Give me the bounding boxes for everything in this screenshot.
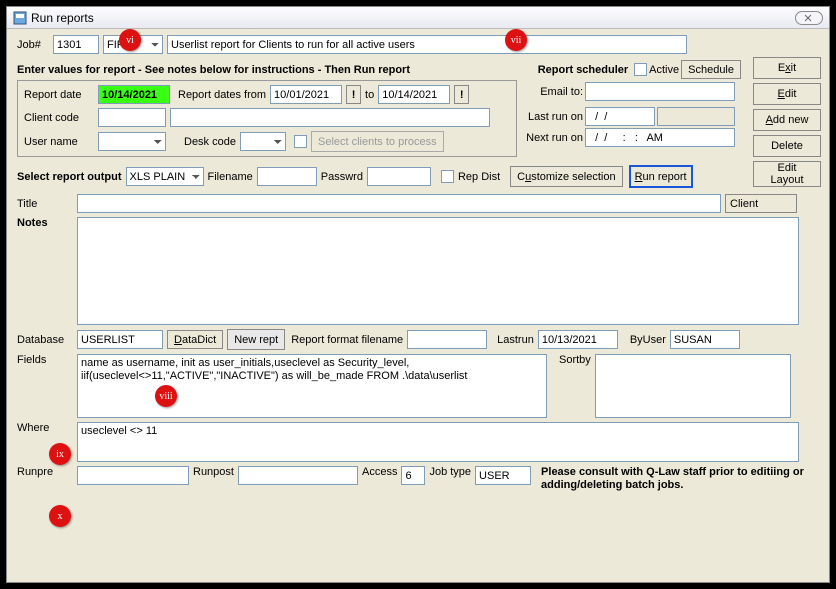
marker-vii: vii [505, 29, 527, 51]
filename-input[interactable] [257, 167, 317, 186]
next-run-label: Next run on [526, 132, 583, 144]
lastrun-input[interactable] [538, 330, 618, 349]
lastrun-label: Lastrun [497, 334, 534, 346]
customize-selection-button[interactable]: Customize selection [510, 166, 622, 187]
runpre-input[interactable] [77, 466, 189, 485]
marker-x: x [49, 505, 71, 527]
run-report-button[interactable]: Run report [629, 165, 693, 188]
where-textarea[interactable]: useclevel <> 11 [77, 422, 799, 462]
to-label: to [365, 89, 374, 101]
last-run-date[interactable] [585, 107, 655, 126]
runpost-input[interactable] [238, 466, 358, 485]
marker-ix: ix [49, 443, 71, 465]
run-reports-window: Run reports Exit Edit Add new Delete Edi… [6, 6, 830, 583]
passwrd-label: Passwrd [321, 171, 363, 183]
jobtype-label: Job type [429, 466, 471, 478]
database-input[interactable] [77, 330, 163, 349]
jobtype-input[interactable] [475, 466, 531, 485]
client-code-desc-input[interactable] [170, 108, 490, 127]
notes-textarea[interactable] [77, 217, 799, 325]
fields-label: Fields [17, 354, 73, 366]
select-clients-button: Select clients to process [311, 131, 444, 152]
schedule-button[interactable]: Schedule [681, 60, 741, 79]
next-run-input[interactable] [585, 128, 735, 147]
titlebar: Run reports [7, 7, 829, 29]
format-filename-label: Report format filename [291, 334, 403, 346]
active-checkbox[interactable] [634, 63, 647, 76]
new-rept-button[interactable]: New rept [227, 329, 285, 350]
byuser-label: ByUser [630, 334, 666, 346]
date-to-excl-button[interactable]: ! [454, 85, 469, 104]
scheduler-title: Report scheduler [538, 64, 628, 76]
exit-button[interactable]: Exit [753, 57, 821, 79]
notes-label: Notes [17, 217, 73, 229]
data-dict-button[interactable]: DataDict [167, 330, 223, 349]
edit-button[interactable]: Edit [753, 83, 821, 105]
access-input[interactable] [401, 466, 425, 485]
job-number-label: Job# [17, 39, 49, 51]
last-run-time [657, 107, 735, 126]
passwrd-input[interactable] [367, 167, 431, 186]
desk-code-label: Desk code [184, 136, 236, 148]
add-new-button[interactable]: Add new [753, 109, 821, 131]
dates-from-label: Report dates from [178, 89, 266, 101]
title-label: Title [17, 198, 73, 210]
fields-textarea[interactable]: name as username, init as user_initials,… [77, 354, 547, 418]
app-icon [13, 11, 27, 25]
email-to-input[interactable] [585, 82, 735, 101]
job-number-input[interactable] [53, 35, 99, 54]
output-type-select[interactable]: XLS PLAIN [126, 167, 204, 186]
warning-text: Please consult with Q-Law staff prior to… [541, 466, 821, 492]
right-action-bar: Exit Edit Add new Delete Edit Layout [753, 57, 821, 187]
filename-label: Filename [208, 171, 253, 183]
delete-button[interactable]: Delete [753, 135, 821, 157]
email-to-label: Email to: [540, 86, 583, 98]
user-name-label: User name [24, 136, 94, 148]
sortby-label: Sortby [559, 354, 591, 366]
sortby-textarea[interactable] [595, 354, 791, 418]
rep-dist-label: Rep Dist [458, 171, 500, 183]
active-label: Active [649, 64, 679, 76]
client-button[interactable]: Client [725, 194, 797, 213]
runpre-label: Runpre [17, 466, 73, 478]
database-label: Database [17, 334, 73, 346]
job-description-input[interactable] [167, 35, 687, 54]
last-run-label: Last run on [528, 111, 583, 123]
report-date-label: Report date [24, 89, 94, 101]
window-title: Run reports [31, 11, 94, 25]
close-button[interactable] [795, 11, 823, 25]
where-label: Where [17, 422, 73, 434]
user-name-select[interactable] [98, 132, 166, 151]
select-output-label: Select report output [17, 171, 122, 183]
client-code-input[interactable] [98, 108, 166, 127]
rep-dist-checkbox[interactable] [441, 170, 454, 183]
client-code-label: Client code [24, 112, 94, 124]
byuser-input[interactable] [670, 330, 740, 349]
date-from-excl-button[interactable]: ! [346, 85, 361, 104]
instructions-label: Enter values for report - See notes belo… [17, 64, 410, 76]
report-date-input[interactable] [98, 85, 170, 104]
marker-viii: viii [155, 385, 177, 407]
marker-vi: vi [119, 29, 141, 51]
title-input[interactable] [77, 194, 721, 213]
runpost-label: Runpost [193, 466, 234, 478]
date-from-input[interactable] [270, 85, 342, 104]
format-filename-input[interactable] [407, 330, 487, 349]
date-to-input[interactable] [378, 85, 450, 104]
edit-layout-button[interactable]: Edit Layout [753, 161, 821, 187]
desk-code-select[interactable] [240, 132, 286, 151]
clients-checkbox[interactable] [294, 135, 307, 148]
access-label: Access [362, 466, 397, 478]
